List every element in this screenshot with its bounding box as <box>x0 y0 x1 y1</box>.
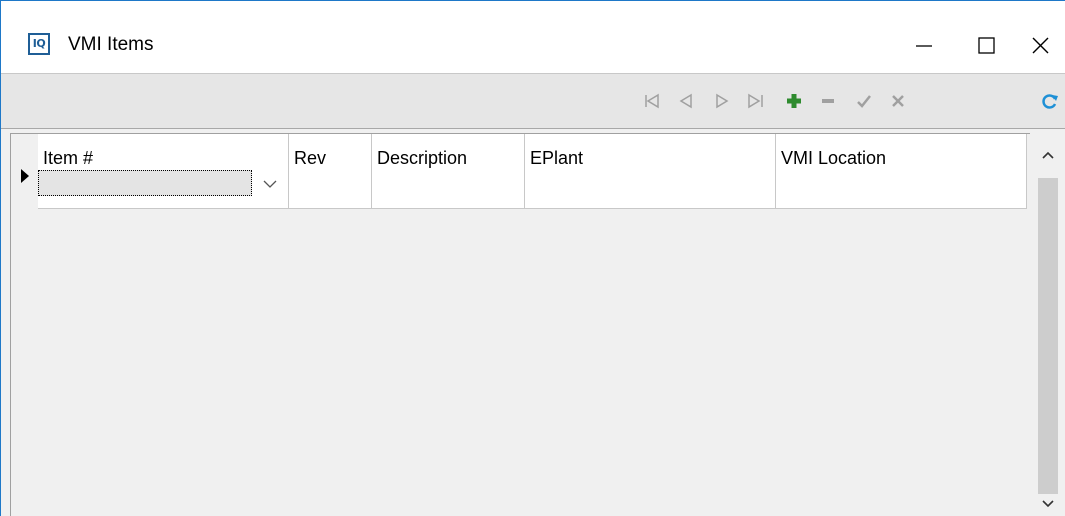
column-description[interactable]: Description <box>372 134 525 209</box>
prior-record-icon <box>679 93 692 109</box>
next-record-icon <box>716 93 729 109</box>
cancel-x-icon <box>892 95 904 107</box>
refresh-data-button[interactable] <box>1037 88 1063 114</box>
last-record-icon <box>748 93 763 109</box>
delete-record-button[interactable] <box>815 88 841 114</box>
maximize-icon <box>978 37 995 54</box>
refresh-icon <box>1042 94 1058 109</box>
first-record-icon <box>645 93 659 109</box>
current-row-arrow-icon <box>21 169 29 183</box>
item-no-combobox[interactable] <box>38 170 252 196</box>
maximize-button[interactable] <box>963 25 1009 65</box>
last-record-button[interactable] <box>743 88 769 114</box>
close-icon <box>1032 37 1049 54</box>
column-header-rev: Rev <box>294 148 327 168</box>
navigator-toolbar <box>1 74 1065 129</box>
scroll-up-button[interactable] <box>1038 143 1058 167</box>
column-header-vmi-location: VMI Location <box>781 148 887 168</box>
column-eplant[interactable]: EPlant <box>525 134 776 209</box>
row-indicator-column <box>11 134 38 209</box>
chevron-down-icon <box>1042 500 1054 508</box>
column-rev[interactable]: Rev <box>289 134 372 209</box>
vmi-items-grid[interactable]: Item # Rev Description EPlant VMI Locati… <box>10 133 1065 516</box>
app-logo-icon: IQ <box>28 33 50 55</box>
post-edit-button[interactable] <box>851 88 877 114</box>
plus-icon <box>787 94 801 108</box>
column-vmi-location[interactable]: VMI Location <box>776 134 1027 209</box>
next-record-button[interactable] <box>709 88 735 114</box>
column-header-description: Description <box>377 148 468 168</box>
column-header-item-no: Item # <box>43 148 94 168</box>
minimize-button[interactable] <box>901 25 947 65</box>
vertical-scrollbar[interactable] <box>1030 133 1065 516</box>
vmi-items-window: IQ VMI Items Item # Rev Description EPla… <box>0 0 1065 516</box>
scroll-down-button[interactable] <box>1038 495 1058 515</box>
item-no-dropdown-button[interactable] <box>260 178 280 192</box>
minus-icon <box>822 99 834 103</box>
title-bar[interactable]: IQ VMI Items <box>1 1 1065 74</box>
scroll-track[interactable] <box>1038 178 1058 494</box>
chevron-down-icon <box>263 180 277 188</box>
checkmark-icon <box>857 95 871 108</box>
window-title: VMI Items <box>68 34 154 55</box>
first-record-button[interactable] <box>639 88 665 114</box>
column-item-no[interactable]: Item # <box>38 134 289 209</box>
insert-record-button[interactable] <box>781 88 807 114</box>
prior-record-button[interactable] <box>673 88 699 114</box>
minimize-icon <box>916 45 932 47</box>
cancel-edit-button[interactable] <box>885 88 911 114</box>
chevron-up-icon <box>1042 151 1054 159</box>
close-button[interactable] <box>1017 25 1063 65</box>
column-header-eplant: EPlant <box>530 148 584 168</box>
